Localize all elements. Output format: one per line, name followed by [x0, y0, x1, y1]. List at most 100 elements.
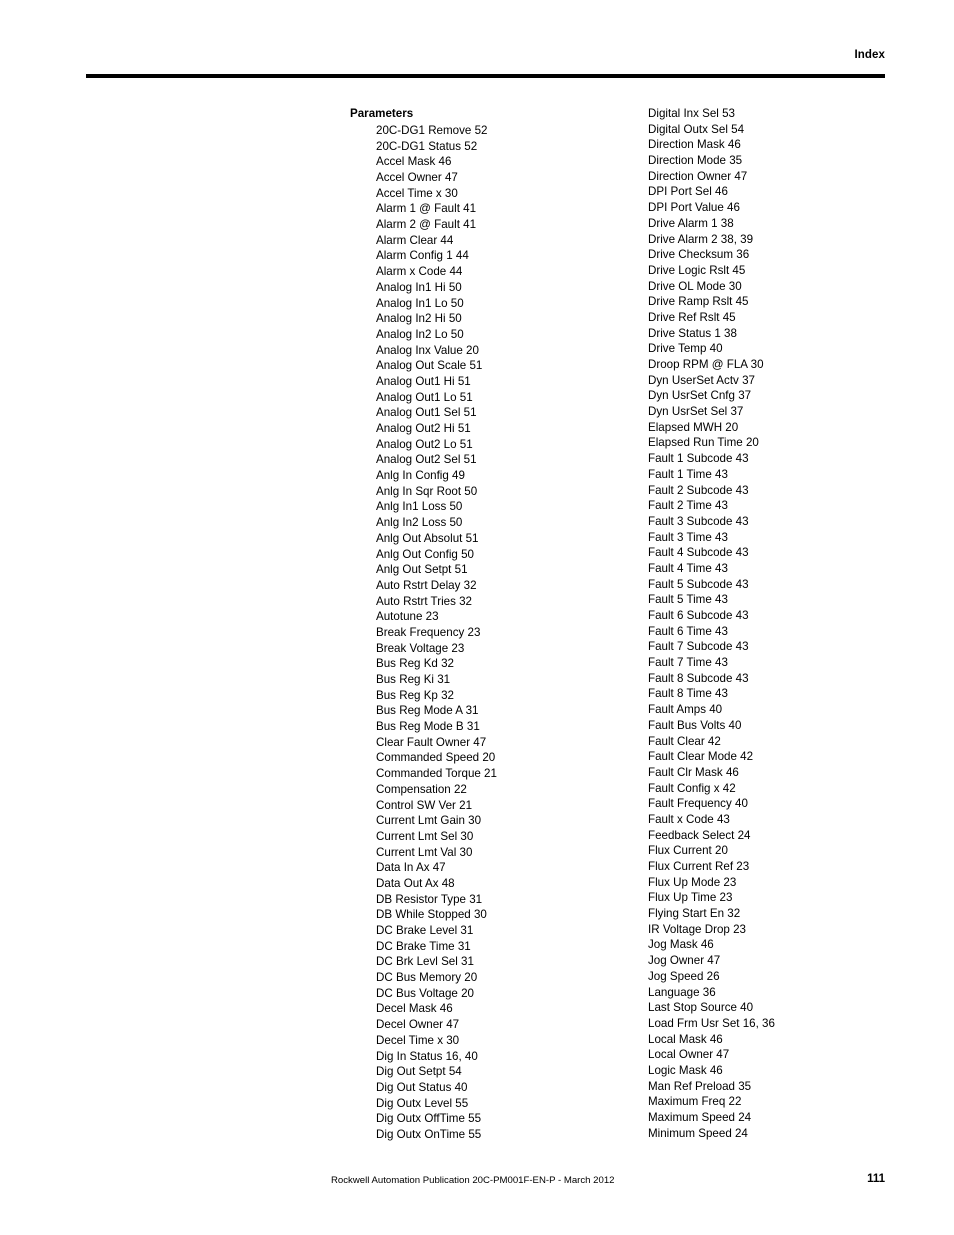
index-entry: Drive Ramp Rslt 45	[648, 295, 749, 309]
index-group-heading-parameters: Parameters	[350, 107, 414, 120]
index-entry: Data Out Ax 48	[376, 876, 455, 890]
index-entry: Dyn UserSet Actv 37	[648, 373, 755, 387]
index-entry: Anlg In1 Loss 50	[376, 500, 463, 514]
index-entry: Anlg Out Absolut 51	[376, 531, 479, 545]
index-entry: Analog In2 Lo 50	[376, 327, 464, 341]
index-entry: Compensation 22	[376, 782, 467, 796]
index-entry: Break Frequency 23	[376, 625, 481, 639]
index-entry: Fault Bus Volts 40	[648, 718, 742, 732]
index-entry: Current Lmt Gain 30	[376, 814, 482, 828]
index-entry: Current Lmt Sel 30	[376, 829, 474, 843]
index-entry: Fault 3 Subcode 43	[648, 514, 749, 528]
index-entry: Fault 1 Subcode 43	[648, 452, 749, 466]
header-section-title: Index	[854, 49, 885, 61]
index-entry: DB While Stopped 30	[376, 908, 487, 922]
index-entry: Alarm Config 1 44	[376, 249, 469, 263]
index-entry: Analog Inx Value 20	[376, 343, 479, 357]
index-entry: Fault Amps 40	[648, 703, 723, 717]
index-entry: Fault 4 Time 43	[648, 561, 728, 575]
index-entry: Flux Current Ref 23	[648, 860, 750, 873]
index-entry: Data In Ax 47	[376, 861, 446, 875]
index-entry: Fault Frequency 40	[648, 797, 748, 811]
index-entry: Anlg In2 Loss 50	[376, 516, 463, 530]
index-entry: Fault Clr Mask 46	[648, 765, 739, 779]
document-page: Index Parameters 20C-DG1 Remove 52 20C-DG…	[0, 0, 954, 1235]
index-entry: Analog Out1 Lo 51	[376, 390, 473, 404]
index-entry: Alarm 1 @ Fault 41	[376, 202, 477, 216]
index-entry: Bus Reg Kp 32	[376, 688, 454, 702]
index-entry: Analog Out2 Lo 51	[376, 437, 473, 451]
index-entry-list-left: 20C-DG1 Remove 52 20C-DG1 Status 52 Accel …	[350, 123, 640, 1143]
index-entry: Auto Rstrt Tries 32	[376, 594, 473, 608]
index-entry: Anlg In Config 49	[376, 469, 465, 483]
index-entry: Droop RPM @ FLA 30	[648, 358, 764, 371]
index-entry: DC Bus Memory 20	[376, 971, 478, 985]
index-entry: Flying Start En 32	[648, 907, 741, 921]
index-entry: Alarm 2 @ Fault 41	[376, 218, 477, 232]
index-entry: Drive Status 1 38	[648, 326, 737, 340]
index-entry: Digital Inx Sel 53	[648, 107, 735, 120]
index-entry: Drive Temp 40	[648, 342, 723, 356]
index-entry: Bus Reg Mode B 31	[376, 720, 480, 734]
index-entry: DC Bus Voltage 20	[376, 986, 474, 1000]
index-entry: IR Voltage Drop 23	[648, 922, 746, 936]
index-entry: Commanded Torque 21	[376, 767, 497, 781]
header-rule	[86, 74, 885, 78]
index-entry: Control SW Ver 21	[376, 798, 473, 812]
index-entry: Direction Owner 47	[648, 169, 748, 183]
index-entry: Alarm x Code 44	[376, 265, 463, 279]
index-entry: Decel Owner 47	[376, 1018, 460, 1032]
index-entry: Fault 4 Subcode 43	[648, 546, 749, 560]
index-entry: Feedback Select 24	[648, 828, 751, 842]
index-entry: Fault 2 Subcode 43	[648, 483, 749, 497]
index-entry: Fault 6 Subcode 43	[648, 609, 749, 622]
index-entry: Analog Out2 Hi 51	[376, 422, 471, 436]
index-entry: Drive Alarm 2 38, 39	[648, 232, 754, 246]
index-entry: Dyn UsrSet Sel 37	[648, 405, 744, 419]
index-entry: Auto Rstrt Delay 32	[376, 578, 477, 592]
index-entry: DPI Port Value 46	[648, 201, 740, 215]
index-entry: Direction Mask 46	[648, 138, 741, 152]
index-entry: Accel Owner 47	[376, 171, 458, 185]
index-entry: Minimum Speed 24	[648, 1126, 748, 1140]
index-entry: Fault Config x 42	[648, 781, 736, 795]
index-entry: Fault 6 Time 43	[648, 624, 728, 638]
index-entry-list-right: Digital Inx Sel 53 Digital Outx Sel 54 Dir…	[648, 106, 938, 1141]
index-entry: Bus Reg Mode A 31	[376, 704, 479, 718]
index-entry: Local Owner 47	[648, 1048, 730, 1062]
index-entry: Language 36	[648, 985, 716, 999]
index-column-left: Parameters 20C-DG1 Remove 52 20C-DG1 Stat…	[350, 106, 640, 1143]
index-entry: Logic Mask 46	[648, 1063, 723, 1077]
index-entry: Load Frm Usr Set 16, 36	[648, 1016, 775, 1030]
index-entry: Break Voltage 23	[376, 641, 465, 655]
index-entry: Jog Owner 47	[648, 954, 721, 968]
index-entry: Accel Time x 30	[376, 186, 458, 200]
index-entry: Current Lmt Val 30	[376, 845, 473, 859]
index-entry: Flux Up Mode 23	[648, 875, 737, 889]
index-entry: DC Brk Levl Sel 31	[376, 955, 474, 969]
index-entry: Drive Alarm 1 38	[648, 216, 734, 230]
index-entry: Dig Out Status 40	[376, 1080, 468, 1094]
index-entry: Direction Mode 35	[648, 154, 743, 168]
index-entry: Elapsed Run Time 20	[648, 436, 759, 450]
index-entry: Commanded Speed 20	[376, 751, 496, 765]
index-entry: DC Brake Level 31	[376, 924, 474, 938]
index-entry: DB Resistor Type 31	[376, 892, 483, 906]
index-entry: Jog Mask 46	[648, 938, 714, 952]
index-entry: Fault 8 Subcode 43	[648, 671, 749, 685]
index-content: Parameters 20C-DG1 Remove 52 20C-DG1 Stat…	[0, 106, 954, 1146]
index-entry: Fault 3 Time 43	[648, 530, 728, 544]
index-entry: Fault 2 Time 43	[648, 499, 728, 513]
index-entry: Maximum Speed 24	[648, 1111, 752, 1124]
index-entry: Analog In2 Hi 50	[376, 312, 462, 326]
index-entry: Fault 1 Time 43	[648, 467, 728, 481]
index-entry: Analog Out Scale 51	[376, 359, 483, 373]
index-entry: Fault Clear 42	[648, 734, 721, 748]
index-entry: 20C-DG1 Status 52	[376, 139, 478, 153]
index-entry: Analog Out2 Sel 51	[376, 453, 477, 467]
index-entry: Fault 7 Time 43	[648, 656, 728, 670]
index-entry: Decel Mask 46	[376, 1002, 453, 1016]
index-entry: Drive Ref Rslt 45	[648, 310, 736, 324]
index-entry: Dig Outx OnTime 55	[376, 1127, 482, 1141]
index-entry: Maximum Freq 22	[648, 1095, 742, 1109]
